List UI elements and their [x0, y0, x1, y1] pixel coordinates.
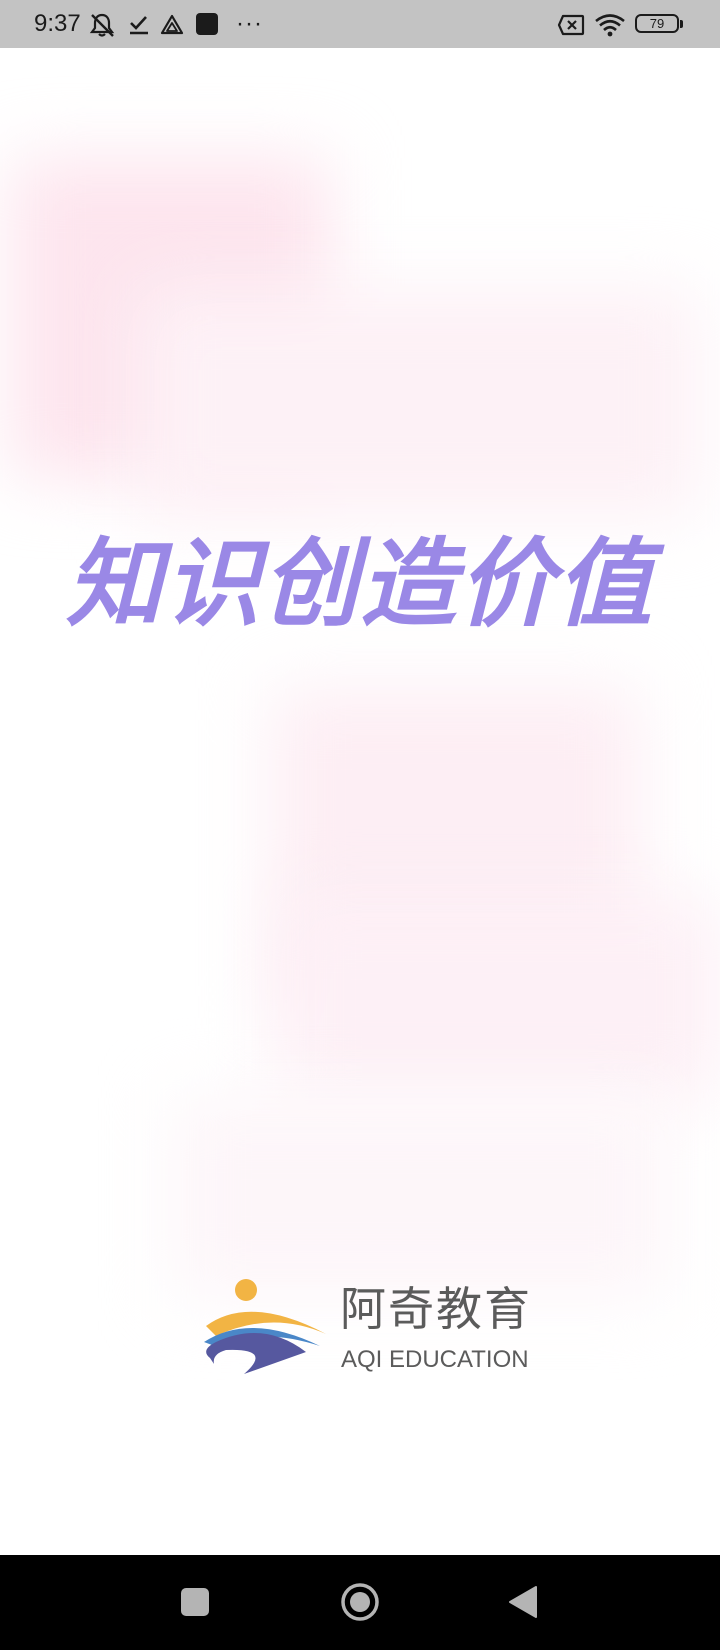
battery-level: 79: [649, 16, 665, 31]
brand-mark-icon: [204, 1279, 326, 1374]
brand-name-en: AQI EDUCATION: [341, 1346, 529, 1373]
status-time: 9:37: [34, 10, 81, 37]
home-icon: [341, 1583, 379, 1621]
home-button[interactable]: [340, 1582, 380, 1622]
back-button[interactable]: [508, 1585, 538, 1619]
splash-screen: 知识创造价值 阿奇教育 AQI EDUCATION: [0, 48, 720, 1555]
more-indicator: ···: [236, 10, 263, 37]
slogan-text: 知识创造价值: [66, 528, 654, 640]
recents-icon: [181, 1588, 209, 1616]
status-bar: 9:37 ··· 79: [0, 0, 720, 48]
background-glow: [140, 288, 700, 518]
wifi-icon: [595, 14, 625, 37]
background-glow: [280, 898, 720, 1098]
background-glow: [170, 1098, 670, 1298]
brand-logo: 阿奇教育 AQI EDUCATION: [200, 1278, 530, 1378]
muted-bell-icon: [89, 13, 115, 37]
triangle-app-icon: [160, 14, 184, 35]
app-square-icon: [196, 13, 218, 35]
no-sim-icon: [557, 14, 585, 36]
navigation-bar: [0, 1555, 720, 1650]
recents-button[interactable]: [181, 1588, 209, 1616]
download-done-icon: [130, 16, 148, 35]
brand-name-cn: 阿奇教育: [340, 1282, 532, 1336]
battery-icon: 79: [635, 14, 679, 33]
back-icon: [509, 1586, 537, 1618]
battery-cap: [680, 20, 683, 28]
